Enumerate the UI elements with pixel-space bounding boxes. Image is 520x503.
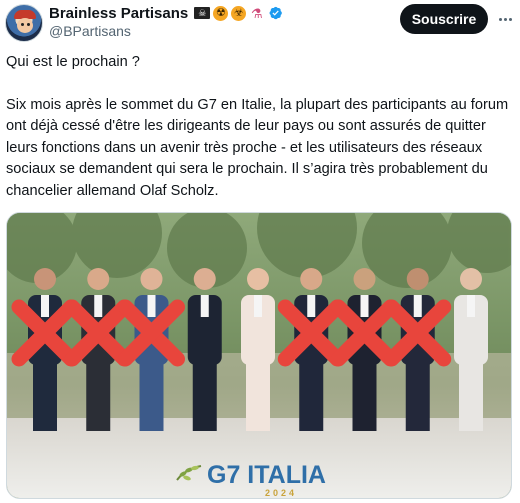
avatar[interactable] bbox=[5, 4, 43, 42]
tweet-paragraph: Qui est le prochain ? bbox=[6, 54, 140, 70]
biohazard-icon: ☣ bbox=[231, 5, 247, 21]
tweet-text: Qui est le prochain ? Six mois après le … bbox=[6, 52, 516, 202]
verified-badge-icon bbox=[269, 6, 283, 20]
tweet-header: Brainless Partisans ☠ ☢ ☣ ⚗ @BPartisans … bbox=[0, 0, 520, 48]
radioactive-icon: ☢ bbox=[213, 5, 229, 21]
subscribe-button[interactable]: Souscrire bbox=[400, 4, 488, 34]
banner-year: 2024 bbox=[265, 488, 297, 498]
author-handle[interactable]: @BPartisans bbox=[49, 23, 131, 39]
g7-group-photo: G7 ITALIA 2024 bbox=[7, 213, 511, 498]
tweet-paragraph: Six mois après le sommet du G7 en Italie… bbox=[6, 96, 509, 199]
author-name-row[interactable]: Brainless Partisans ☠ ☢ ☣ ⚗ bbox=[49, 3, 283, 23]
banner-title: G7 ITALIA bbox=[207, 461, 326, 489]
pirate-flag-icon: ☠ bbox=[194, 7, 211, 19]
tweet-image[interactable]: G7 ITALIA 2024 bbox=[6, 212, 512, 499]
flask-icon: ⚗ bbox=[250, 5, 263, 21]
more-options-icon[interactable] bbox=[494, 9, 516, 29]
author-display-name[interactable]: Brainless Partisans bbox=[49, 5, 188, 22]
